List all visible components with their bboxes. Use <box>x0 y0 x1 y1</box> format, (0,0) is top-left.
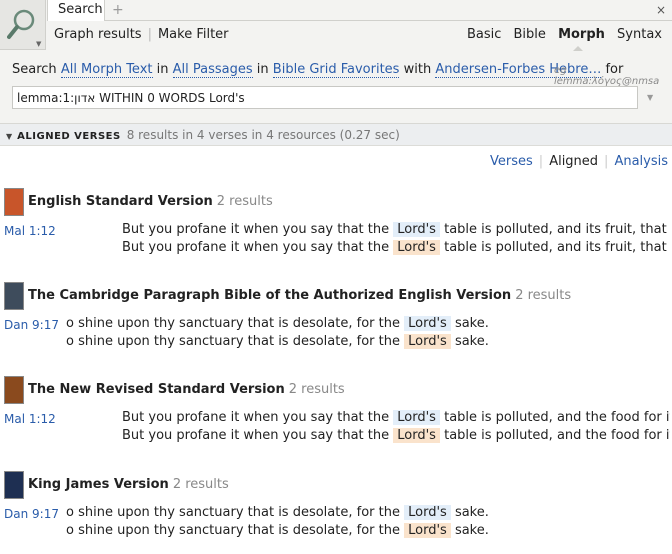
mode-basic[interactable]: Basic <box>467 27 501 42</box>
match-highlight[interactable]: Lord's <box>404 505 451 520</box>
mode-syntax[interactable]: Syntax <box>617 27 662 42</box>
verse-reference-link[interactable]: Dan 9:17 <box>4 507 59 521</box>
mode-bible[interactable]: Bible <box>514 27 546 42</box>
view-verses-link[interactable]: Verses <box>490 154 533 169</box>
resource-result-count: 2 results <box>515 288 572 303</box>
with-label: with <box>403 62 432 77</box>
results-summary-bar[interactable]: ▼ ALIGNED VERSES 8 results in 4 verses in … <box>0 124 672 146</box>
results-summary: 8 results in 4 verses in 4 resources (0.… <box>126 128 400 142</box>
aligned-verse-line: But you profane it when you say that the… <box>122 222 670 237</box>
view-divider: | <box>604 154 609 169</box>
resource-result-count: 2 results <box>288 382 345 397</box>
search-query-input[interactable]: lemma:1:אדון WITHIN 0 WORDS Lord's <box>12 86 638 109</box>
resource-title[interactable]: The New Revised Standard Version 2 result… <box>28 382 345 397</box>
aligned-verse-line: But you profane it when you say that the… <box>122 428 670 443</box>
match-highlight[interactable]: Lord's <box>404 334 451 349</box>
resource-result-count: 2 results <box>172 477 229 492</box>
match-highlight[interactable]: Lord's <box>404 316 451 331</box>
toolbar-divider: | <box>147 27 152 42</box>
in-label-2: in <box>256 62 269 77</box>
tab-search[interactable]: Search <box>47 0 105 21</box>
tab-strip-divider <box>105 20 672 21</box>
book-cover-icon[interactable] <box>4 188 24 216</box>
mode-morph[interactable]: Morph <box>558 27 605 42</box>
graph-results-button[interactable]: Graph results <box>54 27 142 42</box>
book-cover-icon[interactable] <box>4 471 24 499</box>
view-analysis-link[interactable]: Analysis <box>614 154 668 169</box>
verse-reference-link[interactable]: Dan 9:17 <box>4 318 59 332</box>
match-highlight[interactable]: Lord's <box>404 523 451 538</box>
aligned-verse-line: o shine upon thy sanctuary that is desol… <box>66 334 489 349</box>
make-filter-button[interactable]: Make Filter <box>158 27 229 42</box>
passages-dropdown[interactable]: All Passages <box>172 62 253 78</box>
verse-reference-link[interactable]: Mal 1:12 <box>4 224 56 238</box>
aligned-verse-line: o shine upon thy sanctuary that is desol… <box>66 505 489 520</box>
text-scope-dropdown[interactable]: All Morph Text <box>60 62 153 78</box>
view-aligned-link[interactable]: Aligned <box>549 154 598 169</box>
add-tab-button[interactable]: + <box>112 2 124 18</box>
search-kind-selector: Basic Bible Morph Syntax <box>459 27 662 42</box>
collapse-triangle-icon[interactable]: ▼ <box>6 132 12 141</box>
aligned-verse-line: But you profane it when you say that the… <box>122 410 670 425</box>
resource-title[interactable]: English Standard Version 2 results <box>28 194 273 209</box>
search-scope-line: Search All Morph Text in All Passages in… <box>12 62 623 78</box>
book-cover-icon[interactable] <box>4 376 24 404</box>
view-divider: | <box>538 154 544 169</box>
chevron-down-icon: ▼ <box>36 40 42 48</box>
resource-title[interactable]: The Cambridge Paragraph Bible of the Aut… <box>28 288 571 303</box>
match-highlight[interactable]: Lord's <box>393 428 440 443</box>
in-label: in <box>156 62 169 77</box>
verse-reference-link[interactable]: Mal 1:12 <box>4 412 56 426</box>
match-highlight[interactable]: Lord's <box>393 222 440 237</box>
results-heading: ALIGNED VERSES <box>17 131 121 142</box>
query-history-dropdown-icon[interactable]: ▼ <box>647 93 653 102</box>
match-highlight[interactable]: Lord's <box>393 240 440 255</box>
toolbar: Graph results | Make Filter <box>54 27 229 42</box>
close-icon[interactable]: × <box>656 3 666 17</box>
match-highlight[interactable]: Lord's <box>393 410 440 425</box>
book-cover-icon[interactable] <box>4 282 24 310</box>
search-panel-header: ▼ Search + × Graph results | Make Filter B… <box>0 0 672 124</box>
aligned-verse-line: But you profane it when you say that the… <box>122 240 670 255</box>
collection-dropdown[interactable]: Bible Grid Favorites <box>272 62 400 78</box>
magnifier-icon <box>7 9 35 39</box>
search-label: Search <box>12 62 57 77</box>
query-example-hint: eg lemma:λόγος@nmsa <box>554 65 660 87</box>
view-selector: Verses | Aligned | Analysis <box>490 154 668 169</box>
search-panel-menu[interactable]: ▼ <box>0 0 46 50</box>
resource-title[interactable]: King James Version 2 results <box>28 477 229 492</box>
aligned-verse-line: o shine upon thy sanctuary that is desol… <box>66 523 489 538</box>
aligned-verse-line: o shine upon thy sanctuary that is desol… <box>66 316 489 331</box>
resource-result-count: 2 results <box>216 194 273 209</box>
